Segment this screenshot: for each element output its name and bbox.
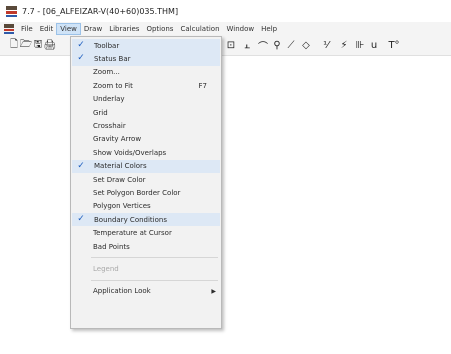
- menu-edit[interactable]: Edit: [37, 24, 57, 34]
- menu-item-label: Gravity Arrow: [93, 135, 142, 144]
- menu-item-label: Legend: [93, 264, 119, 273]
- menu-help[interactable]: Help: [258, 24, 280, 34]
- menu-item-label: Crosshair: [93, 122, 126, 131]
- open-folder-icon[interactable]: 🗁: [20, 39, 32, 52]
- view-menu-item-grid[interactable]: Grid: [71, 106, 221, 119]
- view-menu-item-set-polygon-border-color[interactable]: Set Polygon Border Color: [71, 186, 221, 199]
- menu-libraries[interactable]: Libraries: [106, 24, 142, 34]
- zoom-icon[interactable]: ⚲: [271, 39, 283, 52]
- menu-calculation[interactable]: Calculation: [177, 24, 222, 34]
- save-icon[interactable]: 🖫: [32, 39, 44, 52]
- menu-separator: [91, 257, 218, 259]
- app-logo-icon: [6, 5, 17, 17]
- menu-item-label: Grid: [93, 108, 108, 117]
- temperature-icon[interactable]: T°: [388, 39, 400, 52]
- application-window: 7.7 - [06_ALFEIZAR-V(40+60)035.THM] File…: [0, 0, 451, 354]
- menu-item-label: Bad Points: [93, 242, 130, 251]
- menu-file[interactable]: File: [18, 24, 36, 34]
- menu-item-label: Show Voids/Overlaps: [93, 148, 167, 157]
- menu-item-shortcut: F7: [198, 81, 207, 90]
- menu-item-label: Set Polygon Border Color: [93, 188, 181, 197]
- toolbar: 🗋 🗁 🖫 🖨 ⊡ ⫠ ⌒ ⚲ ⟋ ◇ ⅟ ⚡ ⊪ u T°: [0, 36, 451, 56]
- checkmark-icon: ✓: [77, 214, 85, 225]
- menu-window[interactable]: Window: [224, 24, 258, 34]
- fraction-icon[interactable]: ⅟: [320, 39, 332, 52]
- document-menu-icon[interactable]: [4, 24, 14, 34]
- menu-item-label: Material Colors: [94, 162, 147, 171]
- checkmark-icon: ✓: [77, 53, 85, 64]
- checkmark-icon: ✓: [77, 160, 85, 171]
- menu-item-label: Status Bar: [94, 55, 131, 64]
- view-menu-item-gravity-arrow[interactable]: Gravity Arrow: [71, 133, 221, 146]
- view-menu-item-application-look[interactable]: Application Look ▶: [71, 285, 221, 298]
- view-menu-item-polygon-vertices[interactable]: Polygon Vertices: [71, 200, 221, 213]
- menu-item-label: Temperature at Cursor: [93, 229, 172, 238]
- view-menu-item-underlay[interactable]: Underlay: [71, 93, 221, 106]
- view-menu-item-material-colors[interactable]: ✓ Material Colors: [72, 159, 220, 173]
- pencil-icon[interactable]: ⟋: [285, 39, 297, 52]
- checkmark-icon: ✓: [77, 40, 85, 50]
- title-bar: 7.7 - [06_ALFEIZAR-V(40+60)035.THM]: [0, 0, 451, 22]
- insert-icon[interactable]: ⊡: [225, 39, 237, 52]
- menu-item-label: Toolbar: [94, 41, 120, 50]
- view-menu-item-zoom-to-fit[interactable]: Zoom to Fit F7: [71, 79, 221, 92]
- window-title: 7.7 - [06_ALFEIZAR-V(40+60)035.THM]: [22, 6, 179, 16]
- view-menu-item-bad-points[interactable]: Bad Points: [71, 240, 221, 253]
- drawing-canvas[interactable]: [0, 57, 451, 354]
- menu-bar: File Edit View Draw Libraries Options Ca…: [0, 22, 451, 36]
- menu-item-label: Application Look: [93, 287, 151, 296]
- view-menu-item-toolbar[interactable]: ✓ Toolbar: [72, 39, 220, 53]
- view-menu-item-boundary-conditions[interactable]: ✓ Boundary Conditions: [72, 213, 220, 227]
- view-menu-item-crosshair[interactable]: Crosshair: [71, 119, 221, 132]
- rule-icon[interactable]: ⊪: [354, 39, 366, 52]
- view-menu-item-zoom[interactable]: Zoom...: [71, 66, 221, 79]
- menu-item-label: Polygon Vertices: [93, 202, 151, 211]
- view-menu-item-show-voids-overlaps[interactable]: Show Voids/Overlaps: [71, 146, 221, 159]
- submenu-arrow-icon: ▶: [211, 287, 216, 295]
- menu-item-label: Boundary Conditions: [94, 215, 167, 224]
- diamond-icon[interactable]: ◇: [300, 39, 312, 52]
- lightning-icon[interactable]: ⚡: [338, 39, 350, 52]
- menu-item-label: Zoom...: [93, 68, 120, 77]
- menu-draw[interactable]: Draw: [81, 24, 105, 34]
- u-factor-icon[interactable]: u: [368, 39, 380, 52]
- print-icon[interactable]: 🖨: [44, 39, 57, 52]
- menu-options[interactable]: Options: [143, 24, 176, 34]
- view-menu-item-temperature-at-cursor[interactable]: Temperature at Cursor: [71, 226, 221, 239]
- menu-view[interactable]: View: [56, 23, 81, 35]
- menu-item-label: Zoom to Fit: [93, 81, 133, 90]
- menu-separator: [91, 279, 218, 281]
- menu-item-label: Set Draw Color: [93, 175, 146, 184]
- view-menu-item-legend: Legend: [71, 262, 221, 275]
- view-menu-item-status-bar[interactable]: ✓ Status Bar: [72, 52, 220, 66]
- arc-icon[interactable]: ⌒: [257, 39, 269, 53]
- view-menu-item-set-draw-color[interactable]: Set Draw Color: [71, 173, 221, 186]
- view-menu-dropdown: ✓ Toolbar ✓ Status Bar Zoom... Zoom to Fit F7 U…: [70, 36, 222, 329]
- menu-item-label: Underlay: [93, 95, 125, 104]
- new-file-icon[interactable]: 🗋: [8, 39, 20, 52]
- boundary-icon[interactable]: ⫠: [241, 39, 253, 52]
